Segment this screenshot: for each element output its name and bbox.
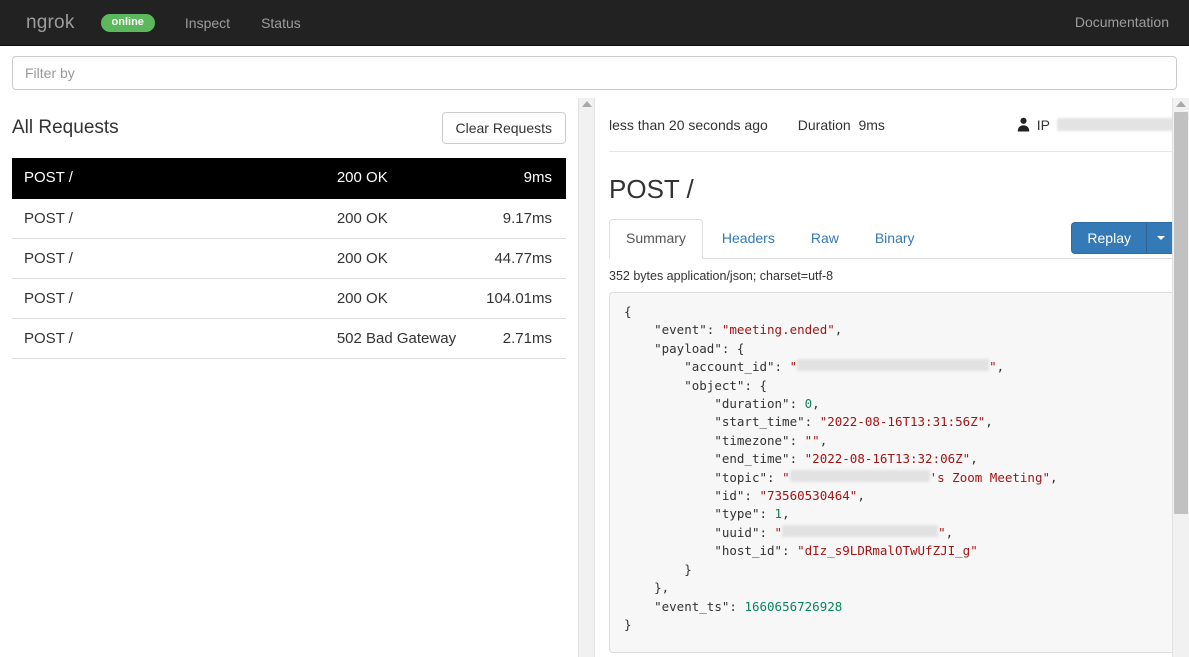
replay-button-group: Replay [1071,222,1175,254]
request-method: POST / [12,238,335,279]
brand-logo[interactable]: ngrok [26,12,75,34]
filter-input[interactable] [12,56,1177,90]
request-method: POST / [12,158,335,199]
ip-value-redacted: 0.000.00.000 [1057,118,1175,131]
json-value-start-time: "2022-08-16T13:31:56Z" [819,414,986,430]
nav-link-status[interactable]: Status [259,9,303,37]
request-status: 200 OK [334,238,485,279]
tab-binary[interactable]: Binary [858,219,932,259]
page-scrollbar[interactable] [1172,98,1189,657]
main-split: All Requests Clear Requests POST / 200 O… [0,98,1189,657]
request-status: 200 OK [334,198,485,239]
scroll-up-arrow-icon[interactable] [581,101,592,107]
table-row[interactable]: POST / 200 OK 9.17ms [12,198,566,239]
duration-value: 9ms [858,116,885,133]
json-value-end-time: "2022-08-16T13:32:06Z" [804,451,971,467]
request-duration: 104.01ms [484,278,566,319]
request-duration: 2.71ms [484,318,566,359]
replay-dropdown-toggle[interactable] [1147,222,1175,254]
client-ip: IP 0.000.00.000 [1017,117,1175,133]
request-time-ago: less than 20 seconds ago [609,116,768,133]
json-value-event-ts: 1660656726928 [744,598,843,614]
detail-tabs: Summary Headers Raw Binary Replay [609,219,1175,259]
json-value-timezone: "" [804,432,820,448]
json-value-topic-redacted: xxxxxxxxxxxxxxx [789,469,930,482]
top-navbar: ngrok online Inspect Status Documentatio… [0,0,1189,46]
clear-requests-button[interactable]: Clear Requests [441,112,566,144]
requests-panel-header: All Requests Clear Requests [12,98,566,158]
table-row[interactable]: POST / 200 OK 44.77ms [12,238,566,279]
request-method: POST / [12,318,335,359]
request-method: POST / [12,198,335,239]
requests-panel-title: All Requests [12,117,119,138]
json-key-end-time: "end_time" [714,451,790,467]
detail-meta-row: less than 20 seconds ago Duration 9ms IP… [609,98,1175,152]
ip-label: IP [1036,116,1050,133]
json-value-type: 1 [774,506,783,522]
status-badge: online [100,13,155,32]
request-status: 502 Bad Gateway [334,318,485,359]
json-key-payload: "payload" [654,340,722,356]
request-duration: 44.77ms [484,238,566,279]
json-value-topic-suffix: 's Zoom Meeting" [929,469,1051,485]
table-row[interactable]: POST / 200 OK 104.01ms [12,278,566,319]
json-line-close-object: } [684,561,692,577]
request-status: 200 OK [334,158,485,199]
request-method: POST / [12,278,335,319]
json-key-start-time: "start_time" [714,414,805,430]
json-key-object: "object" [684,377,745,393]
person-icon [1017,117,1030,132]
json-value-uuid-redacted: xxxxxxxxxxxxxxxxxx [782,524,939,537]
json-line-close-root: } [624,616,632,632]
requests-panel: All Requests Clear Requests POST / 200 O… [0,98,578,657]
chevron-down-icon [1156,236,1165,240]
table-row[interactable]: POST / 200 OK 9ms [12,158,566,199]
json-value-duration: 0 [804,396,813,412]
page-scrollbar-thumb[interactable] [1174,112,1188,514]
json-key-type: "type" [714,506,760,522]
json-key-id: "id" [714,488,745,504]
requests-table: POST / 200 OK 9ms POST / 200 OK 9.17ms P… [12,158,566,359]
table-row[interactable]: POST / 502 Bad Gateway 2.71ms [12,318,566,359]
tab-headers[interactable]: Headers [705,219,792,259]
page-scroll-up-arrow-icon[interactable] [1176,101,1186,107]
json-value-id: "73560530464" [759,488,858,504]
json-key-account-id: "account_id" [684,359,775,375]
request-duration: 9.17ms [484,198,566,239]
tab-raw[interactable]: Raw [794,219,856,259]
filter-bar [0,46,1189,98]
json-key-event: "event" [654,322,707,338]
request-detail-panel: less than 20 seconds ago Duration 9ms IP… [595,98,1189,657]
requests-panel-scrollbar[interactable] [578,98,595,657]
request-status: 200 OK [334,278,485,319]
nav-link-inspect[interactable]: Inspect [183,9,232,37]
json-value-host-id: "dIz_s9LDRmalOTwUfZJI_g" [797,543,978,559]
request-duration: 9ms [484,158,566,199]
navbar-right: Documentation [1073,14,1171,32]
response-body-meta: 352 bytes application/json; charset=utf-… [609,269,834,283]
json-key-uuid: "uuid" [714,524,760,540]
duration-label: Duration [797,116,851,133]
json-key-timezone: "timezone" [714,432,790,448]
json-body-viewer: { "event": "meeting.ended", "payload": {… [609,292,1175,653]
detail-duration: Duration 9ms [798,117,885,133]
tab-summary[interactable]: Summary [609,219,703,259]
json-key-topic: "topic" [714,469,767,485]
json-line-close-payload: }, [654,580,670,596]
json-line-open: { [624,304,632,319]
json-value-event: "meeting.ended" [721,322,835,338]
page-title: POST / [609,174,694,204]
json-value-account-id-redacted: xxxxxxxxxxxxxxxxxxxxxx [797,359,990,372]
nav-link-documentation[interactable]: Documentation [1073,8,1171,36]
json-key-duration: "duration" [714,396,790,412]
json-key-host-id: "host_id" [714,543,783,559]
replay-button[interactable]: Replay [1071,222,1147,254]
json-key-event-ts: "event_ts" [654,598,730,614]
